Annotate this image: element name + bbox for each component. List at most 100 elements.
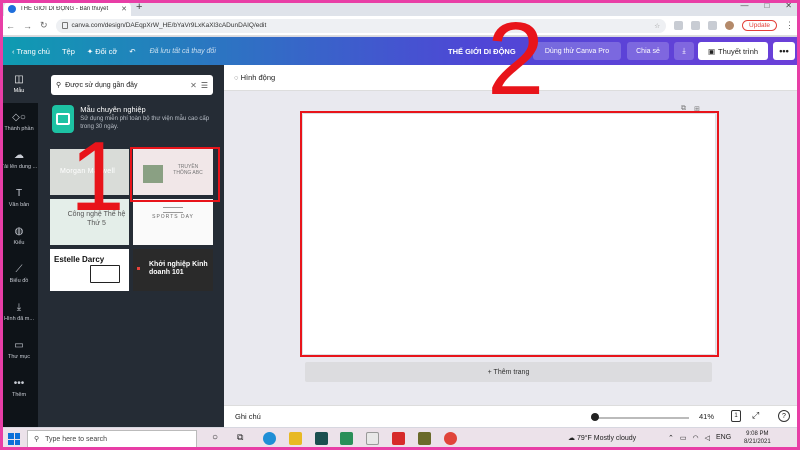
app-icon[interactable] (340, 432, 353, 445)
tab-title: THẾ GIỚI DI ĐỘNG - Bản thuyết (20, 6, 109, 12)
kebab-menu-icon[interactable]: ⋮ (785, 20, 794, 31)
taskbar-clock[interactable]: 9:08 PM 8/21/2021 (744, 430, 771, 446)
back-arrow-icon[interactable]: ← (6, 21, 15, 31)
taskbar-search-input[interactable]: ⚲ Type here to search (27, 430, 197, 448)
zoom-level[interactable]: 41% (699, 412, 714, 421)
chrome-icon[interactable] (444, 432, 457, 445)
template-thumbnail[interactable]: SPORTS DAY (133, 199, 213, 245)
clock-date: 8/21/2021 (744, 439, 771, 445)
annotation-number-1: 1 (70, 121, 125, 231)
rail-label: Thành phần (4, 125, 34, 132)
rail-item-uploads[interactable]: ☁ Tải lên dung ... (0, 141, 38, 179)
add-page-button[interactable]: + Thêm trang (305, 362, 712, 382)
browser-tab[interactable]: THẾ GIỚI DI ĐỘNG - Bản thuyết ✕ (4, 2, 131, 16)
rail-label: Tải lên dung ... (0, 163, 38, 170)
download-icon[interactable]: ⤓ (674, 42, 694, 60)
file-explorer-icon[interactable] (289, 432, 302, 445)
star-icon[interactable]: ☆ (654, 22, 660, 30)
rail-item-elements[interactable]: ◇○ Thành phần (0, 103, 38, 141)
rail-item-templates[interactable]: ◫ Mẫu (0, 65, 38, 103)
zoom-slider[interactable] (591, 417, 689, 419)
new-tab-button[interactable]: + (136, 1, 142, 13)
resize-button[interactable]: ✦ Đổi cỡ (87, 47, 117, 56)
left-rail: ◫ Mẫu ◇○ Thành phần ☁ Tải lên dung ... T Văn… (0, 65, 38, 427)
weather-widget[interactable]: ☁ 79°F Mostly cloudy (568, 434, 636, 442)
avatar[interactable] (725, 21, 735, 30)
download-icon: ⤓ (16, 301, 22, 313)
app-icon[interactable] (366, 432, 379, 445)
help-icon[interactable]: ? (778, 410, 790, 422)
try-pro-button[interactable]: Dùng thử Canva Pro (533, 42, 621, 60)
windows-start-icon[interactable] (8, 433, 20, 445)
share-button[interactable]: Chia sẻ (627, 42, 669, 60)
wps-icon[interactable] (392, 432, 405, 445)
close-window-button[interactable]: ✕ (785, 1, 792, 10)
animation-label: Hình động (240, 73, 276, 82)
rail-item-downloaded[interactable]: ⤓ Hình đã m... (0, 293, 38, 331)
fullscreen-icon[interactable]: ⤢ (752, 410, 759, 421)
template-thumbnail[interactable]: Estelle Darcy (50, 249, 129, 291)
template-ornament (163, 207, 183, 213)
volume-icon[interactable]: ◁ (705, 434, 710, 442)
layout-icon: ◫ (14, 73, 24, 85)
system-tray: ⌃ ▭ ◠ ◁ ENG (668, 434, 731, 442)
template-text: Khởi nghiệp Kinh doanh 101 (149, 261, 208, 276)
search-icon: ⚲ (34, 436, 40, 443)
search-text: Được sử dụng gần đây (65, 81, 138, 89)
rail-item-more[interactable]: ••• Thêm (0, 369, 38, 407)
rail-label: Kiểu (13, 239, 25, 246)
folder-icon: ▭ (14, 339, 24, 351)
wifi-icon[interactable]: ◠ (693, 434, 699, 442)
extension-icon[interactable] (691, 21, 701, 30)
highlight-box-canvas (300, 111, 719, 357)
rail-item-styles[interactable]: ◍ Kiểu (0, 217, 38, 255)
palette-icon: ◍ (14, 225, 24, 237)
clear-icon[interactable]: ✕ (190, 81, 197, 90)
edge-icon[interactable] (263, 432, 276, 445)
text-icon: T (15, 187, 23, 199)
tray-icon[interactable]: ⌃ (668, 434, 674, 442)
saved-status: Đã lưu tất cả thay đổi (149, 47, 216, 55)
language-indicator[interactable]: ENG (716, 434, 731, 442)
file-menu[interactable]: Tệp (62, 47, 75, 56)
template-thumbnail[interactable]: Khởi nghiệp Kinh doanh 101 (133, 249, 213, 291)
task-view-icon[interactable]: ⧉ (237, 432, 250, 445)
animation-button[interactable]: ◌ Hình động (234, 73, 275, 82)
browser-tab-bar: THẾ GIỚI DI ĐỘNG - Bản thuyết ✕ + — □ ✕ (0, 0, 800, 16)
cortana-icon[interactable]: ○ (212, 432, 225, 445)
rail-label: Văn bản (8, 201, 30, 208)
rail-item-charts[interactable]: ⟋ Biểu đồ (0, 255, 38, 293)
promo-title: Mẫu chuyên nghiệp (80, 105, 146, 114)
zoom-slider-handle[interactable] (591, 413, 599, 421)
rail-label: Biểu đồ (9, 277, 29, 284)
highlight-box-template (130, 147, 220, 202)
maximize-button[interactable]: □ (764, 1, 769, 10)
minimize-button[interactable]: — (740, 1, 748, 10)
tab-close-icon[interactable]: ✕ (121, 5, 127, 13)
rail-item-folders[interactable]: ▭ Thư mục (0, 331, 38, 369)
more-button[interactable]: ••• (773, 42, 795, 60)
annotation-number-2: 2 (487, 1, 545, 116)
app-icon[interactable] (418, 432, 431, 445)
battery-icon[interactable]: ▭ (680, 434, 687, 442)
template-search-input[interactable]: ⚲ Được sử dụng gần đây ✕ ☰ (51, 75, 213, 95)
present-button[interactable]: ▣ Thuyết trình (698, 42, 768, 60)
filter-icon[interactable]: ☰ (201, 81, 208, 90)
update-button[interactable]: Update (742, 20, 777, 31)
home-link[interactable]: ‹ Trang chủ (12, 47, 50, 56)
clock-time: 9:08 PM (746, 431, 769, 437)
taskbar-search-text: Type here to search (45, 435, 108, 443)
undo-icon[interactable]: ↶ (129, 47, 135, 56)
extension-icon[interactable] (674, 21, 684, 30)
audition-icon[interactable] (315, 432, 328, 445)
home-label: Trang chủ (16, 46, 50, 56)
reload-icon[interactable]: ↻ (40, 20, 48, 31)
puzzle-icon[interactable] (708, 21, 718, 30)
address-bar-row: ← → ↻ canva.com/design/DAEqpXrW_HE/bYaVr… (0, 16, 800, 36)
rail-item-text[interactable]: T Văn bản (0, 179, 38, 217)
template-illustration (90, 265, 120, 283)
url-field[interactable]: canva.com/design/DAEqpXrW_HE/bYaVr9LxKaX… (55, 18, 667, 33)
notes-button[interactable]: Ghi chú (235, 412, 261, 421)
page-count[interactable]: 1 (731, 410, 741, 422)
forward-arrow-icon[interactable]: → (23, 21, 32, 31)
